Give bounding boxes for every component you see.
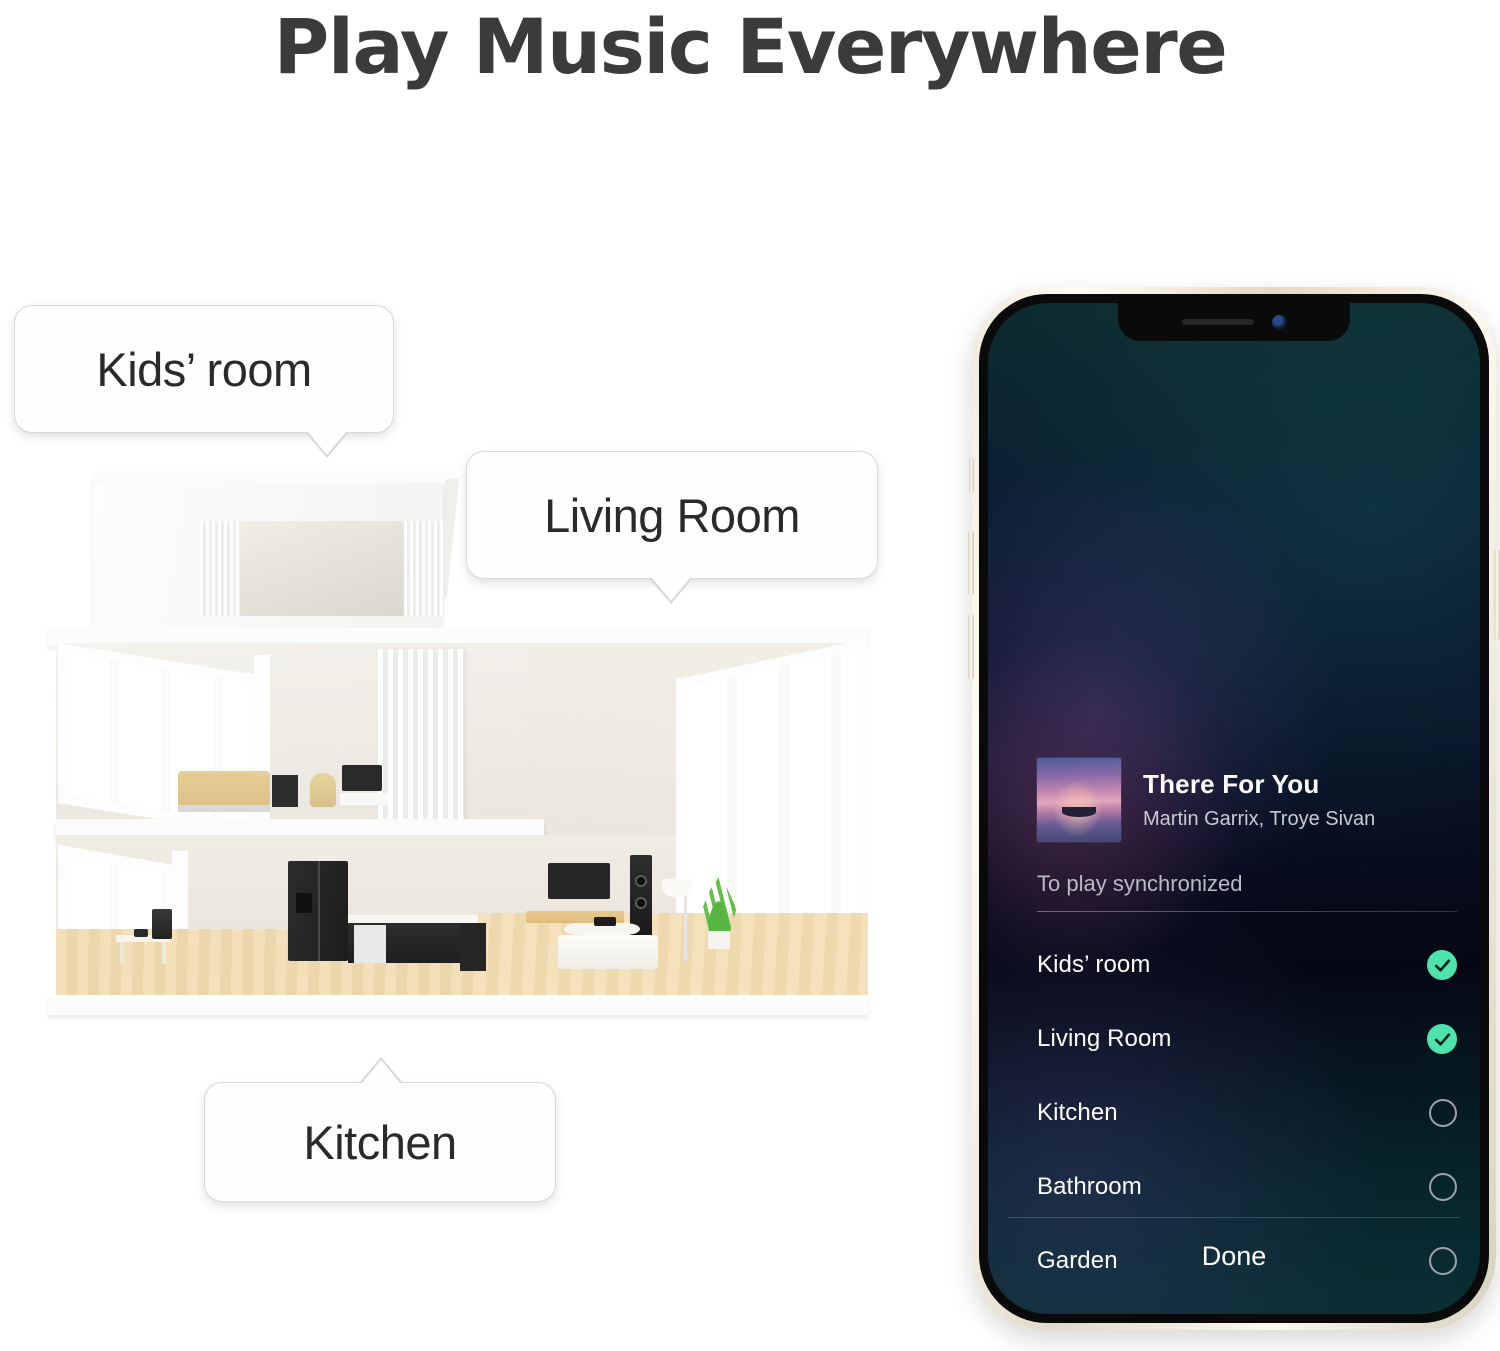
section-divider (1037, 911, 1457, 912)
checkbox-checked-icon[interactable] (1427, 1024, 1457, 1054)
dining-chair-right (162, 942, 166, 964)
nightstand (272, 775, 298, 807)
tall-curtain (378, 649, 464, 845)
room-label: Bathroom (1037, 1173, 1142, 1200)
volume-up-button[interactable] (968, 530, 974, 596)
earpiece-speaker-icon (1181, 319, 1254, 325)
house-illustration-panel: Kids’ room Living Room Kitchen (0, 255, 930, 1315)
room-row-kitchen[interactable]: Kitchen (1037, 1076, 1457, 1150)
front-camera-icon (1271, 314, 1287, 330)
album-art-thumbnail (1037, 758, 1121, 842)
refrigerator-dispenser (296, 893, 312, 913)
bubble-living-room-label: Living Room (544, 488, 800, 542)
bubble-tail-down-icon (649, 578, 693, 604)
speaker-driver-upper (635, 875, 647, 887)
done-button[interactable]: Done (988, 1227, 1480, 1286)
checkbox-unchecked-icon[interactable] (1429, 1173, 1457, 1201)
power-button[interactable] (1494, 549, 1500, 641)
bubble-tail-up-icon (359, 1057, 403, 1083)
attic-window (200, 521, 444, 616)
base-slab (48, 995, 868, 1015)
mute-switch-button[interactable] (969, 457, 974, 493)
kitchen-island (460, 923, 486, 971)
sofa (558, 935, 658, 969)
bubble-kitchen: Kitchen (204, 1057, 556, 1202)
room-row-bathroom[interactable]: Bathroom (1037, 1150, 1457, 1224)
done-divider (1008, 1217, 1460, 1218)
room-label: Living Room (1037, 1025, 1172, 1052)
phone-screen: There For You Martin Garrix, Troye Sivan… (988, 303, 1480, 1314)
dishwasher (354, 925, 386, 963)
now-playing-text: There For You Martin Garrix, Troye Sivan (1143, 769, 1375, 831)
checkbox-unchecked-icon[interactable] (1429, 1099, 1457, 1127)
smartphone-mockup: There For You Martin Garrix, Troye Sivan… (968, 287, 1500, 1330)
track-title: There For You (1143, 769, 1320, 799)
kitchen-counter (348, 915, 478, 923)
checkbox-checked-icon[interactable] (1427, 950, 1457, 980)
dining-chair-left (120, 942, 124, 964)
volume-down-button[interactable] (968, 614, 974, 680)
refrigerator-divider (318, 861, 320, 961)
bubble-living-room: Living Room (466, 451, 878, 604)
phone-bezel: There For You Martin Garrix, Troye Sivan… (979, 294, 1489, 1323)
desk (340, 793, 388, 805)
floor-lamp-pole (684, 887, 687, 961)
kitchen-speaker-base (134, 929, 148, 937)
bubble-tail-down-icon (305, 432, 349, 458)
attic-block (93, 483, 444, 631)
room-label: Kitchen (1037, 1099, 1118, 1126)
bedroom-tv (342, 765, 382, 791)
living-wood-floor (478, 913, 868, 1005)
bubble-kids-room: Kids’ room (14, 305, 394, 458)
living-room-tv (548, 863, 610, 899)
room-row-kids-room[interactable]: Kids’ room (1037, 928, 1457, 1002)
room-label: Kids’ room (1037, 951, 1151, 978)
table-speaker-box (594, 917, 616, 926)
speaker-driver-lower (635, 897, 647, 909)
now-playing-block[interactable]: There For You Martin Garrix, Troye Sivan (1037, 758, 1457, 842)
bed (178, 771, 270, 807)
track-artists: Martin Garrix, Troye Sivan (1143, 808, 1376, 830)
bed-base (178, 805, 270, 812)
room-row-living-room[interactable]: Living Room (1037, 1002, 1457, 1076)
bubble-kids-room-label: Kids’ room (96, 342, 312, 396)
floor-lamp-shade (662, 879, 692, 897)
section-label: To play synchronized (1037, 871, 1243, 896)
page-title: Play Music Everywhere (273, 2, 1228, 91)
kitchen-speaker (152, 909, 172, 939)
bubble-kitchen-label: Kitchen (303, 1115, 457, 1169)
phone-notch (1118, 303, 1350, 341)
armchair (310, 773, 336, 807)
